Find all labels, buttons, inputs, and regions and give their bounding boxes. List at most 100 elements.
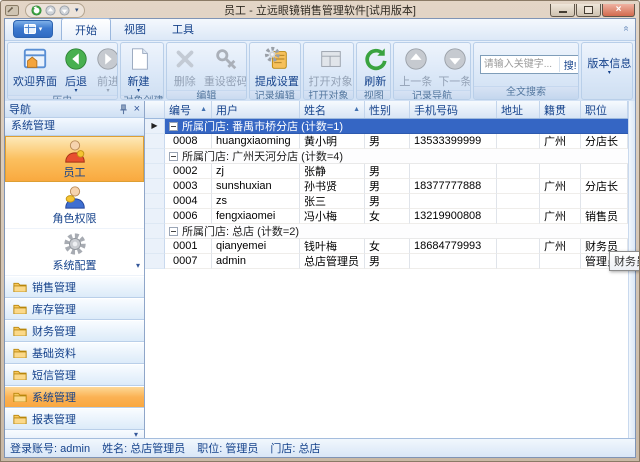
sidebar-group-sales-mgmt[interactable]: 销售管理 [5,276,144,298]
qat-customize-caret-icon[interactable]: ▾ [75,6,79,14]
close-icon: × [616,5,622,15]
position-tooltip: 财务员 [609,251,640,271]
navigation-close-icon[interactable]: × [134,104,140,115]
cell-number: 0007 [165,254,212,269]
qat-refresh-icon[interactable] [31,5,42,16]
welcome-button[interactable]: 欢迎界面 [10,44,60,94]
column-header-user[interactable]: 用户 [212,101,300,118]
group-row[interactable]: 所属门店: 广州天河分店 (计数=4) [145,149,628,164]
search-go-button[interactable]: 搜! [559,57,580,72]
pin-icon[interactable] [118,104,129,115]
row-indicator-cell [145,224,165,239]
column-header-gender[interactable]: 性别 [365,101,410,118]
folder-icon [13,414,27,425]
ribbon-button-label: 重设密码 [204,73,247,89]
dropdown-caret-icon: ▾ [106,89,109,94]
navigation-overflow-icon[interactable]: ▾ [136,261,140,270]
ribbon-group-body: 新建▾ [121,43,163,95]
column-header-label: 手机号码 [414,102,458,118]
sidebar-group-sms-mgmt[interactable]: 短信管理 [5,364,144,386]
new-button[interactable]: 新建▾ [123,44,155,94]
version-info-button[interactable]: 版本信息▾ [584,44,633,85]
qat-previous-icon[interactable] [45,5,56,16]
sidebar-group-basic-data[interactable]: 基础资料 [5,342,144,364]
ribbon-button-label: 前进 [97,73,118,89]
ribbon-group-body: 删除重设密码 [167,43,246,90]
ribbon-group-body: 欢迎界面后退▾前进▾ [8,43,117,95]
sidebar-item-system-config[interactable]: 系统配置 [5,229,144,276]
ribbon-collapse-icon[interactable]: « [621,26,632,32]
row-indicator-cell: ▶ [145,119,165,134]
search-input[interactable] [481,57,559,72]
forward-button[interactable]: 前进▾ [92,44,118,94]
minimize-button[interactable] [550,4,575,17]
qat-next-icon[interactable] [59,5,70,16]
cell-user: sunshuxian [212,179,300,194]
group-row[interactable]: ▶ 所属门店: 番禺市桥分店 (计数=1) [145,119,628,134]
navigation-section-title: 系统管理 [5,118,144,136]
sidebar-group-finance-mgmt[interactable]: 财务管理 [5,320,144,342]
ribbon-tab-row: ▾ 开始视图工具 « [5,19,635,41]
table-row[interactable]: 0008huangxiaoming黄小明男13533399999广州分店长 [145,134,628,149]
column-header-mobile[interactable]: 手机号码 [410,101,497,118]
ribbon-group-caption: 对象创建 [121,95,163,100]
sidebar-item-role-permission[interactable]: 角色权限 [5,182,144,229]
folder-icon [13,392,27,403]
table-row[interactable]: 0001qianyemei钱叶梅女18684779993广州财务员 [145,239,628,254]
role-mask-person-icon [62,184,88,210]
column-header-label: 性别 [369,102,391,118]
group-row[interactable]: 所属门店: 总店 (计数=2) [145,224,628,239]
group-row-label: 所属门店: 番禺市桥分店 (计数=1) [182,119,343,134]
table-row[interactable]: 0003sunshuxian孙书贤男18377777888广州分店长 [145,179,628,194]
table-row[interactable]: 0004zs张三男 [145,194,628,209]
status-item: 姓名: 总店管理员 [102,440,185,456]
cell-position [581,164,628,179]
table-row[interactable]: 0002zj张静男 [145,164,628,179]
collapse-minus-icon[interactable] [169,227,178,236]
table-row[interactable]: 0007admin总店管理员男管理员 [145,254,628,269]
new-document-icon [126,46,152,72]
cell-name: 张静 [300,164,365,179]
delete-button[interactable]: 删除 [169,44,201,89]
cell-user: fengxiaomei [212,209,300,224]
column-header-number[interactable]: 编号▲ [165,101,212,118]
cell-user: zs [212,194,300,209]
refresh-icon [362,46,388,72]
sidebar-group-inventory-mgmt[interactable]: 库存管理 [5,298,144,320]
sidebar-group-system-mgmt[interactable]: 系统管理 [5,386,144,408]
collapse-minus-icon[interactable] [169,152,178,161]
application-menu-button[interactable]: ▾ [13,20,53,38]
maximize-icon [584,6,593,14]
tab-view[interactable]: 视图 [111,18,159,40]
cell-gender: 男 [365,194,410,209]
column-header-name[interactable]: 姓名▲ [300,101,365,118]
collapse-minus-icon[interactable] [169,122,178,131]
commission-settings-button[interactable]: 提成设置 [252,44,301,89]
close-button[interactable]: × [602,4,635,17]
table-row[interactable]: 0006fengxiaomei冯小梅女13219900808广州销售员 [145,209,628,224]
cell-user: qianyemei [212,239,300,254]
open-object-button[interactable]: 打开对象 [306,44,355,89]
sidebar-group-label: 库存管理 [32,301,76,317]
column-header-label: 职位 [585,102,607,118]
column-header-address[interactable]: 地址 [497,101,540,118]
column-header-native-place[interactable]: 籍贯 [540,101,581,118]
sidebar-item-employee[interactable]: 员工 [5,136,144,182]
tab-tools[interactable]: 工具 [159,18,207,40]
previous-button[interactable]: 上一条 [396,44,435,89]
column-header-position[interactable]: 职位 [581,101,628,118]
back-button[interactable]: 后退▾ [60,44,92,94]
sidebar-group-label: 短信管理 [32,367,76,383]
ribbon-button-label: 版本信息 [587,55,631,71]
folder-icon [13,370,27,381]
reset-password-button[interactable]: 重设密码 [201,44,247,89]
next-button[interactable]: 下一条 [435,44,470,89]
ribbon-group-caption: 记录导航 [394,90,469,100]
tab-home[interactable]: 开始 [61,18,111,40]
cell-mobile: 18377777888 [410,179,497,194]
refresh-button[interactable]: 刷新 [359,44,391,89]
sidebar-group-report-mgmt[interactable]: 报表管理 [5,408,144,430]
ribbon-group-view: 刷新视图 [356,42,391,100]
sidebar-group-label: 报表管理 [32,411,76,427]
maximize-button[interactable] [576,4,601,17]
